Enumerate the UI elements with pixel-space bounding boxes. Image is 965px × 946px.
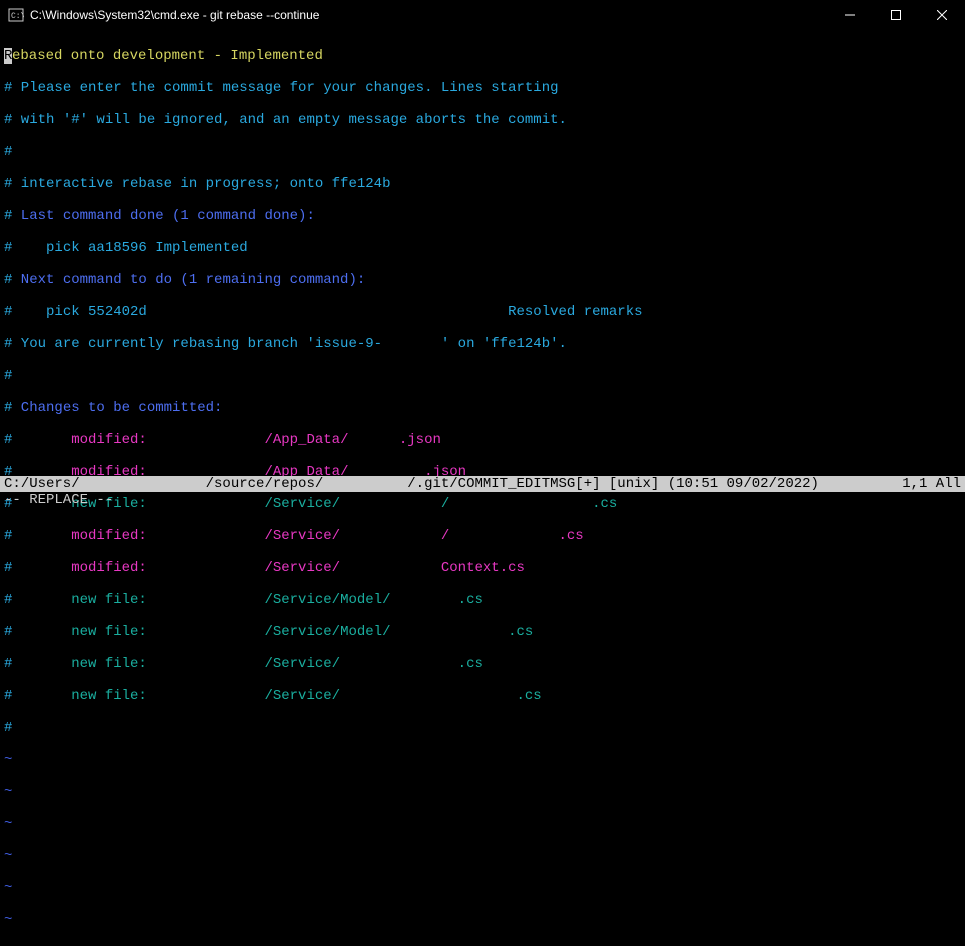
file-status-new: new file: /Service/ .cs <box>71 656 483 672</box>
commit-message-line: ebased onto development - Implemented <box>12 48 323 64</box>
comment-marker: # <box>4 592 71 608</box>
vim-tilde: ~ <box>4 848 961 864</box>
file-status-modified: modified: /App_Data/ .json <box>71 432 441 448</box>
file-status-new: new file: /Service/Model/ .cs <box>71 592 483 608</box>
vim-tilde: ~ <box>4 880 961 896</box>
vim-status-line: C:/Users/ /source/repos/ /.git/COMMIT_ED… <box>0 476 965 492</box>
cursor: R <box>4 48 12 64</box>
vim-mode-line: -- REPLACE -- <box>0 492 965 508</box>
next-command-header: Next command to do (1 remaining command)… <box>12 272 365 288</box>
file-status-modified: modified: /Service/ / .cs <box>71 528 583 544</box>
close-button[interactable] <box>919 0 965 30</box>
comment-text: with '#' will be ignored, and an empty m… <box>12 112 567 128</box>
vim-tilde: ~ <box>4 816 961 832</box>
comment-marker: # <box>4 528 71 544</box>
rebase-progress: interactive rebase in progress; onto ffe… <box>12 176 390 192</box>
window-controls <box>827 0 965 30</box>
pick-command: pick 552402d Resolved remarks <box>12 304 642 320</box>
comment-marker: # <box>4 368 961 384</box>
pick-command: pick aa18596 Implemented <box>12 240 247 256</box>
file-status-new: new file: /Service/ .cs <box>71 688 541 704</box>
minimize-button[interactable] <box>827 0 873 30</box>
status-file-path: C:/Users/ /source/repos/ /.git/COMMIT_ED… <box>4 476 819 492</box>
changes-header: Changes to be committed: <box>12 400 222 416</box>
file-status-modified: modified: /Service/ Context.cs <box>71 560 525 576</box>
comment-marker: # <box>4 560 71 576</box>
cmd-icon: C:\ <box>8 7 24 23</box>
comment-marker: # <box>4 432 71 448</box>
rebase-branch-info: You are currently rebasing branch 'issue… <box>12 336 567 352</box>
window-titlebar: C:\ C:\Windows\System32\cmd.exe - git re… <box>0 0 965 30</box>
comment-marker: # <box>4 720 961 736</box>
status-position: 1,1 All <box>902 476 961 492</box>
vim-tilde: ~ <box>4 912 961 928</box>
file-status-new: new file: /Service/Model/ .cs <box>71 624 533 640</box>
last-command-header: Last command done (1 command done): <box>12 208 314 224</box>
maximize-button[interactable] <box>873 0 919 30</box>
comment-text: Please enter the commit message for your… <box>12 80 558 96</box>
window-title: C:\Windows\System32\cmd.exe - git rebase… <box>30 8 827 22</box>
vim-tilde: ~ <box>4 784 961 800</box>
comment-marker: # <box>4 656 71 672</box>
comment-marker: # <box>4 624 71 640</box>
vim-tilde: ~ <box>4 752 961 768</box>
comment-marker: # <box>4 144 961 160</box>
comment-marker: # <box>4 688 71 704</box>
svg-text:C:\: C:\ <box>11 12 24 21</box>
